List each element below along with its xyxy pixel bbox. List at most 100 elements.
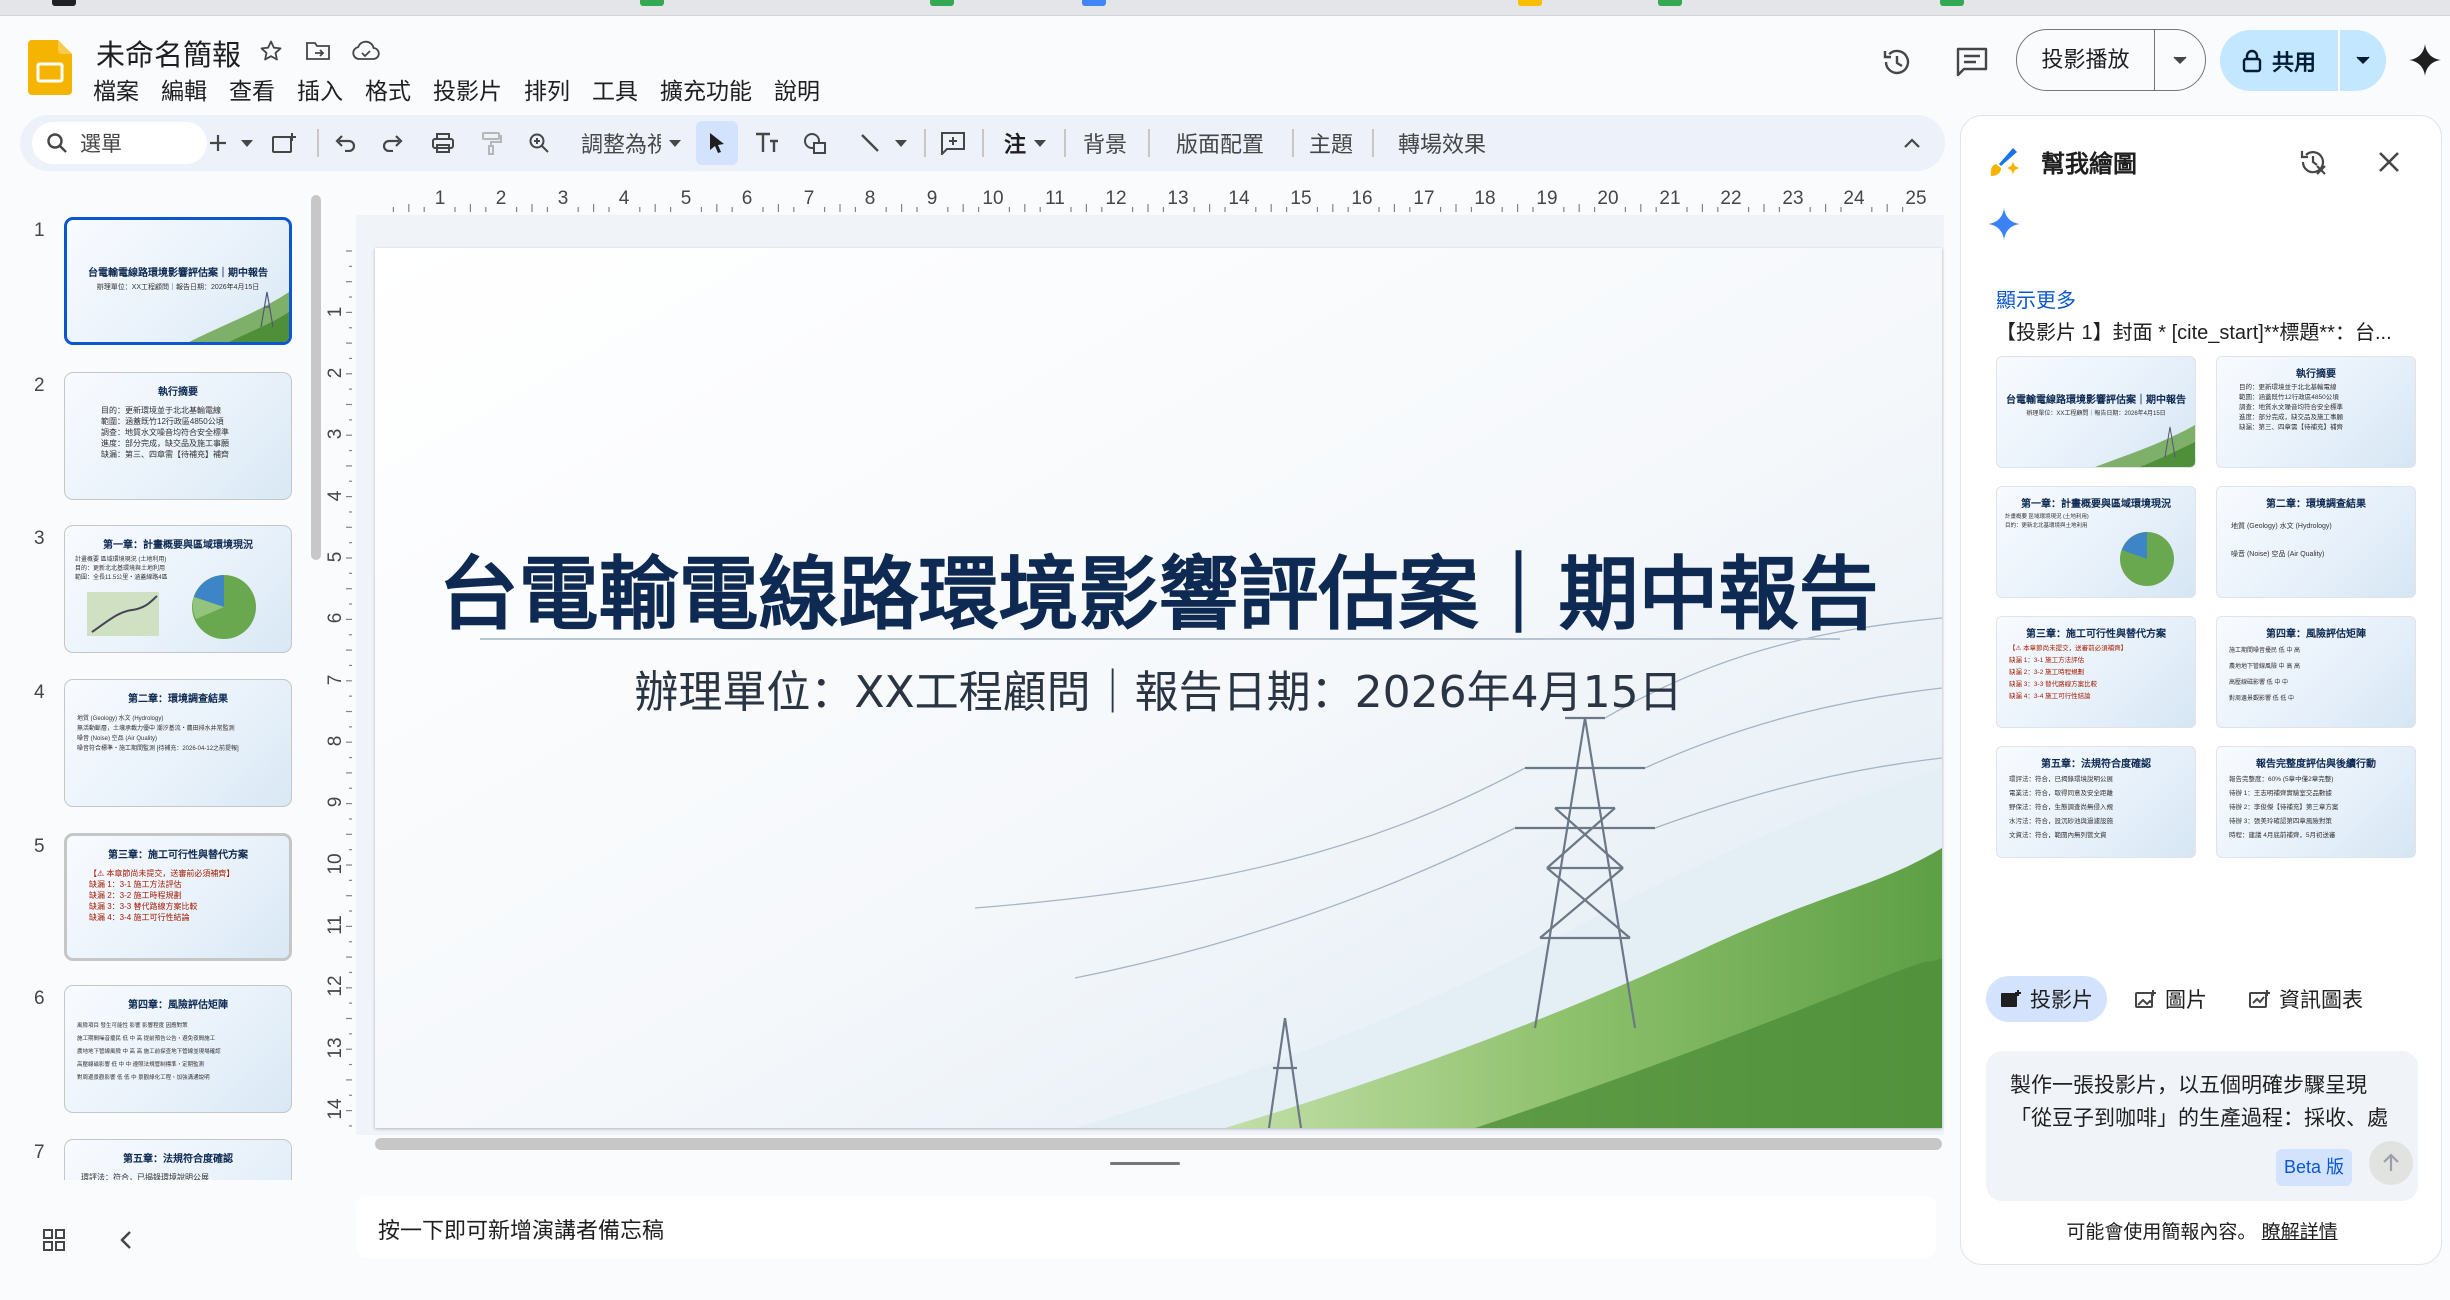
close-panel-icon[interactable] xyxy=(2369,142,2409,182)
redo-icon[interactable] xyxy=(372,121,414,165)
transition-button[interactable]: 轉場效果 xyxy=(1376,121,1508,165)
select-cursor-icon[interactable] xyxy=(696,121,738,165)
grid-view-icon[interactable] xyxy=(34,1220,74,1260)
generated-slide-thumb[interactable]: 報告完整度評估與後續行動 報告完整度：60% (5章中僅2章完整) 待辦 1：王… xyxy=(2216,746,2416,858)
slide-subtitle[interactable]: 辦理單位：XX工程顧問｜報告日期：2026年4月15日 xyxy=(375,656,1942,720)
collapse-filmstrip-chevron-left-icon[interactable] xyxy=(106,1220,146,1260)
menu-slide[interactable]: 投影片 xyxy=(422,70,513,104)
present-options-chevron-down-icon[interactable] xyxy=(2155,55,2205,65)
thumb-title: 第二章：環境調查結果 xyxy=(2266,499,2366,510)
line-icon[interactable] xyxy=(850,121,890,165)
share-button[interactable]: 共用 xyxy=(2220,30,2340,91)
new-slide-plus-icon[interactable] xyxy=(200,121,236,165)
slide-thumbnail-5[interactable]: 第三章：施工可行性與替代方案 【⚠ 本章節尚未提交，送審前必須補齊】 缺漏 1：… xyxy=(64,833,292,961)
chevron-down-icon xyxy=(1034,139,1046,147)
star-icon[interactable] xyxy=(254,34,288,68)
import-slide-icon[interactable] xyxy=(264,121,304,165)
layout-button[interactable]: 版面配置 xyxy=(1154,121,1286,165)
ruler-label: 21 xyxy=(1659,190,1680,209)
ruler-label: 23 xyxy=(1782,190,1803,209)
menu-arrange[interactable]: 排列 xyxy=(513,70,581,104)
tab-image[interactable]: 圖片 xyxy=(2121,976,2221,1022)
cloud-saved-icon[interactable] xyxy=(349,34,383,68)
vertical-ruler[interactable]: 1 2 3 4 5 6 7 8 9 10 11 12 13 14 xyxy=(322,215,352,1135)
ruler-label: 19 xyxy=(1536,190,1557,209)
slide-title[interactable]: 台電輸電線路環境影響評估案｜期中報告 xyxy=(375,530,1942,646)
slides-logo-icon[interactable] xyxy=(28,40,72,95)
generated-slide-thumb[interactable]: 第三章：施工可行性與替代方案 【⚠ 本章節尚未提交，送審前必須補齊】 缺漏 1：… xyxy=(1996,616,2196,728)
zoom-label: 調整為視 xyxy=(581,132,661,157)
thumb-pie-graphic xyxy=(2120,532,2174,586)
text-box-icon[interactable] xyxy=(746,121,788,165)
undo-icon[interactable] xyxy=(324,121,366,165)
menu-help[interactable]: 說明 xyxy=(763,70,831,104)
annotate-dropdown[interactable]: 注 xyxy=(990,121,1060,165)
new-slide-layout-chevron-down-icon[interactable] xyxy=(236,121,258,165)
generated-slide-thumb[interactable]: 台電輸電線路環境影響評估案｜期中報告 辦理單位：XX工程顧問｜報告日期：2026… xyxy=(1996,356,2196,468)
ruler-label: 2 xyxy=(325,368,346,379)
menu-tools[interactable]: 工具 xyxy=(581,70,649,104)
filmstrip-scrollbar[interactable] xyxy=(311,195,321,560)
paint-format-icon[interactable] xyxy=(470,121,512,165)
thumb-pie-graphic xyxy=(192,575,256,639)
send-arrow-up-icon[interactable] xyxy=(2369,1141,2413,1185)
slide-thumbnail-7[interactable]: 第五章：法規符合度確認 環評法：符合，已揭錄環境說明公展 xyxy=(64,1139,292,1180)
menu-format[interactable]: 格式 xyxy=(354,70,422,104)
toolbar: 選單 調整為視 注 背景 版面配置 主題 轉場效果 xyxy=(20,115,1945,171)
thumb-title: 第五章：法規符合度確認 xyxy=(2041,759,2151,770)
generated-slide-thumb[interactable]: 執行摘要 目的：更新環境並于北北基輸電線 範圍：涵蓋既竹12行政區4850公頃 … xyxy=(2216,356,2416,468)
toolbar-divider xyxy=(1148,129,1150,157)
slide-thumbnail-4[interactable]: 第二章：環境調查結果 地質 (Geology) 水文 (Hydrology) 無… xyxy=(64,679,292,807)
slide-editor[interactable]: 台電輸電線路環境影響評估案｜期中報告 辦理單位：XX工程顧問｜報告日期：2026… xyxy=(375,248,1942,1128)
toolbar-divider xyxy=(1292,129,1294,157)
comments-icon[interactable] xyxy=(1950,40,1994,84)
present-button[interactable]: 投影播放 xyxy=(2017,30,2155,90)
filmstrip: 1 台電輸電線路環境影響評估案｜期中報告 辦理單位：XX工程顧問｜報告日期：20… xyxy=(0,180,320,1180)
generated-slide-thumb[interactable]: 第四章：風險評估矩陣 施工期間噪音擾民 低 中 高 農地地下管線風險 中 高 高… xyxy=(2216,616,2416,728)
add-comment-icon[interactable] xyxy=(932,121,974,165)
collapse-toolbar-chevron-up-icon[interactable] xyxy=(1892,121,1932,165)
gemini-sparkle-icon[interactable] xyxy=(2405,40,2445,80)
menu-view[interactable]: 查看 xyxy=(218,70,286,104)
print-icon[interactable] xyxy=(422,121,464,165)
tab-slide[interactable]: 投影片 xyxy=(1986,976,2107,1022)
prompt-input[interactable]: 製作一張投影片，以五個明確步驟呈現「從豆子到咖啡」的生產過程：採收、處 Beta… xyxy=(1986,1051,2418,1201)
menu-insert[interactable]: 插入 xyxy=(286,70,354,104)
ruler-label: 7 xyxy=(804,190,815,209)
share-options-chevron-down-icon[interactable] xyxy=(2340,56,2386,65)
history-off-icon[interactable] xyxy=(2291,140,2335,184)
speaker-notes[interactable]: 按一下即可新增演講者備忘稿 xyxy=(356,1196,1936,1258)
slide-thumbnail-6[interactable]: 第四章：風險評估矩陣 風險項目 發生可能性 影響 影響程度 因應對策 施工期間噪… xyxy=(64,985,292,1113)
zoom-icon[interactable] xyxy=(518,121,560,165)
slide-number: 6 xyxy=(34,988,45,1009)
learn-more-link[interactable]: 瞭解詳情 xyxy=(2262,1222,2338,1243)
menu-file[interactable]: 檔案 xyxy=(82,70,150,104)
slide-thumbnail-3[interactable]: 第一章：計畫概要與區域環境現況 計畫概要 區域環境現況 (土地利用) 目的：更新… xyxy=(64,525,292,653)
version-history-icon[interactable] xyxy=(1875,40,1919,84)
canvas-horizontal-scrollbar[interactable] xyxy=(375,1138,1942,1150)
generated-slide-thumb[interactable]: 第二章：環境調查結果 地質 (Geology) 水文 (Hydrology) 噪… xyxy=(2216,486,2416,598)
ruler-label: 3 xyxy=(325,429,346,440)
background-button[interactable]: 背景 xyxy=(1070,121,1140,165)
shape-icon[interactable] xyxy=(794,121,836,165)
notes-resize-handle[interactable] xyxy=(1110,1162,1180,1165)
ruler-label: 6 xyxy=(325,613,346,624)
slide-thumbnail-1[interactable]: 台電輸電線路環境影響評估案｜期中報告 辦理單位：XX工程顧問｜報告日期：2026… xyxy=(64,217,292,345)
generated-slide-thumb[interactable]: 第五章：法規符合度確認 環評法：符合，已揭錄環境說明公展 電業法：符合，取得同意… xyxy=(1996,746,2196,858)
tab-infographic[interactable]: 資訊圖表 xyxy=(2235,976,2377,1022)
slide-thumbnail-2[interactable]: 執行摘要 目的：更新環境並于北北基輸電線 範圍：涵蓋既竹12行政區4850公頃 … xyxy=(64,372,292,500)
generated-slide-thumb[interactable]: 第一章：計畫概要與區域環境現況 計畫概要 區域環境現況 (土地利用) 目的：更新… xyxy=(1996,486,2196,598)
move-folder-icon[interactable] xyxy=(301,34,335,68)
show-more-link[interactable]: 顯示更多 xyxy=(1996,284,2076,313)
line-type-chevron-down-icon[interactable] xyxy=(890,121,912,165)
thumb-body: 【⚠ 本章節尚未提交，送審前必須補齊】 缺漏 1：3-1 施工方法評估 缺漏 2… xyxy=(2009,645,2128,700)
theme-button[interactable]: 主題 xyxy=(1296,121,1366,165)
search-menus-input[interactable]: 選單 xyxy=(32,122,207,164)
toolbar-divider xyxy=(1372,129,1374,157)
slide-number: 4 xyxy=(34,682,45,703)
menu-extensions[interactable]: 擴充功能 xyxy=(649,70,763,104)
horizontal-ruler[interactable]: 1 2 3 4 5 6 7 8 9 10 11 12 13 14 15 16 1… xyxy=(358,190,1940,212)
zoom-dropdown[interactable]: 調整為視 xyxy=(572,121,690,165)
menu-edit[interactable]: 編輯 xyxy=(150,70,218,104)
thumb-body: 施工期間噪音擾民 低 中 高 農地地下管線風險 中 高 高 高壓線磁影響 低 中… xyxy=(2229,648,2301,702)
